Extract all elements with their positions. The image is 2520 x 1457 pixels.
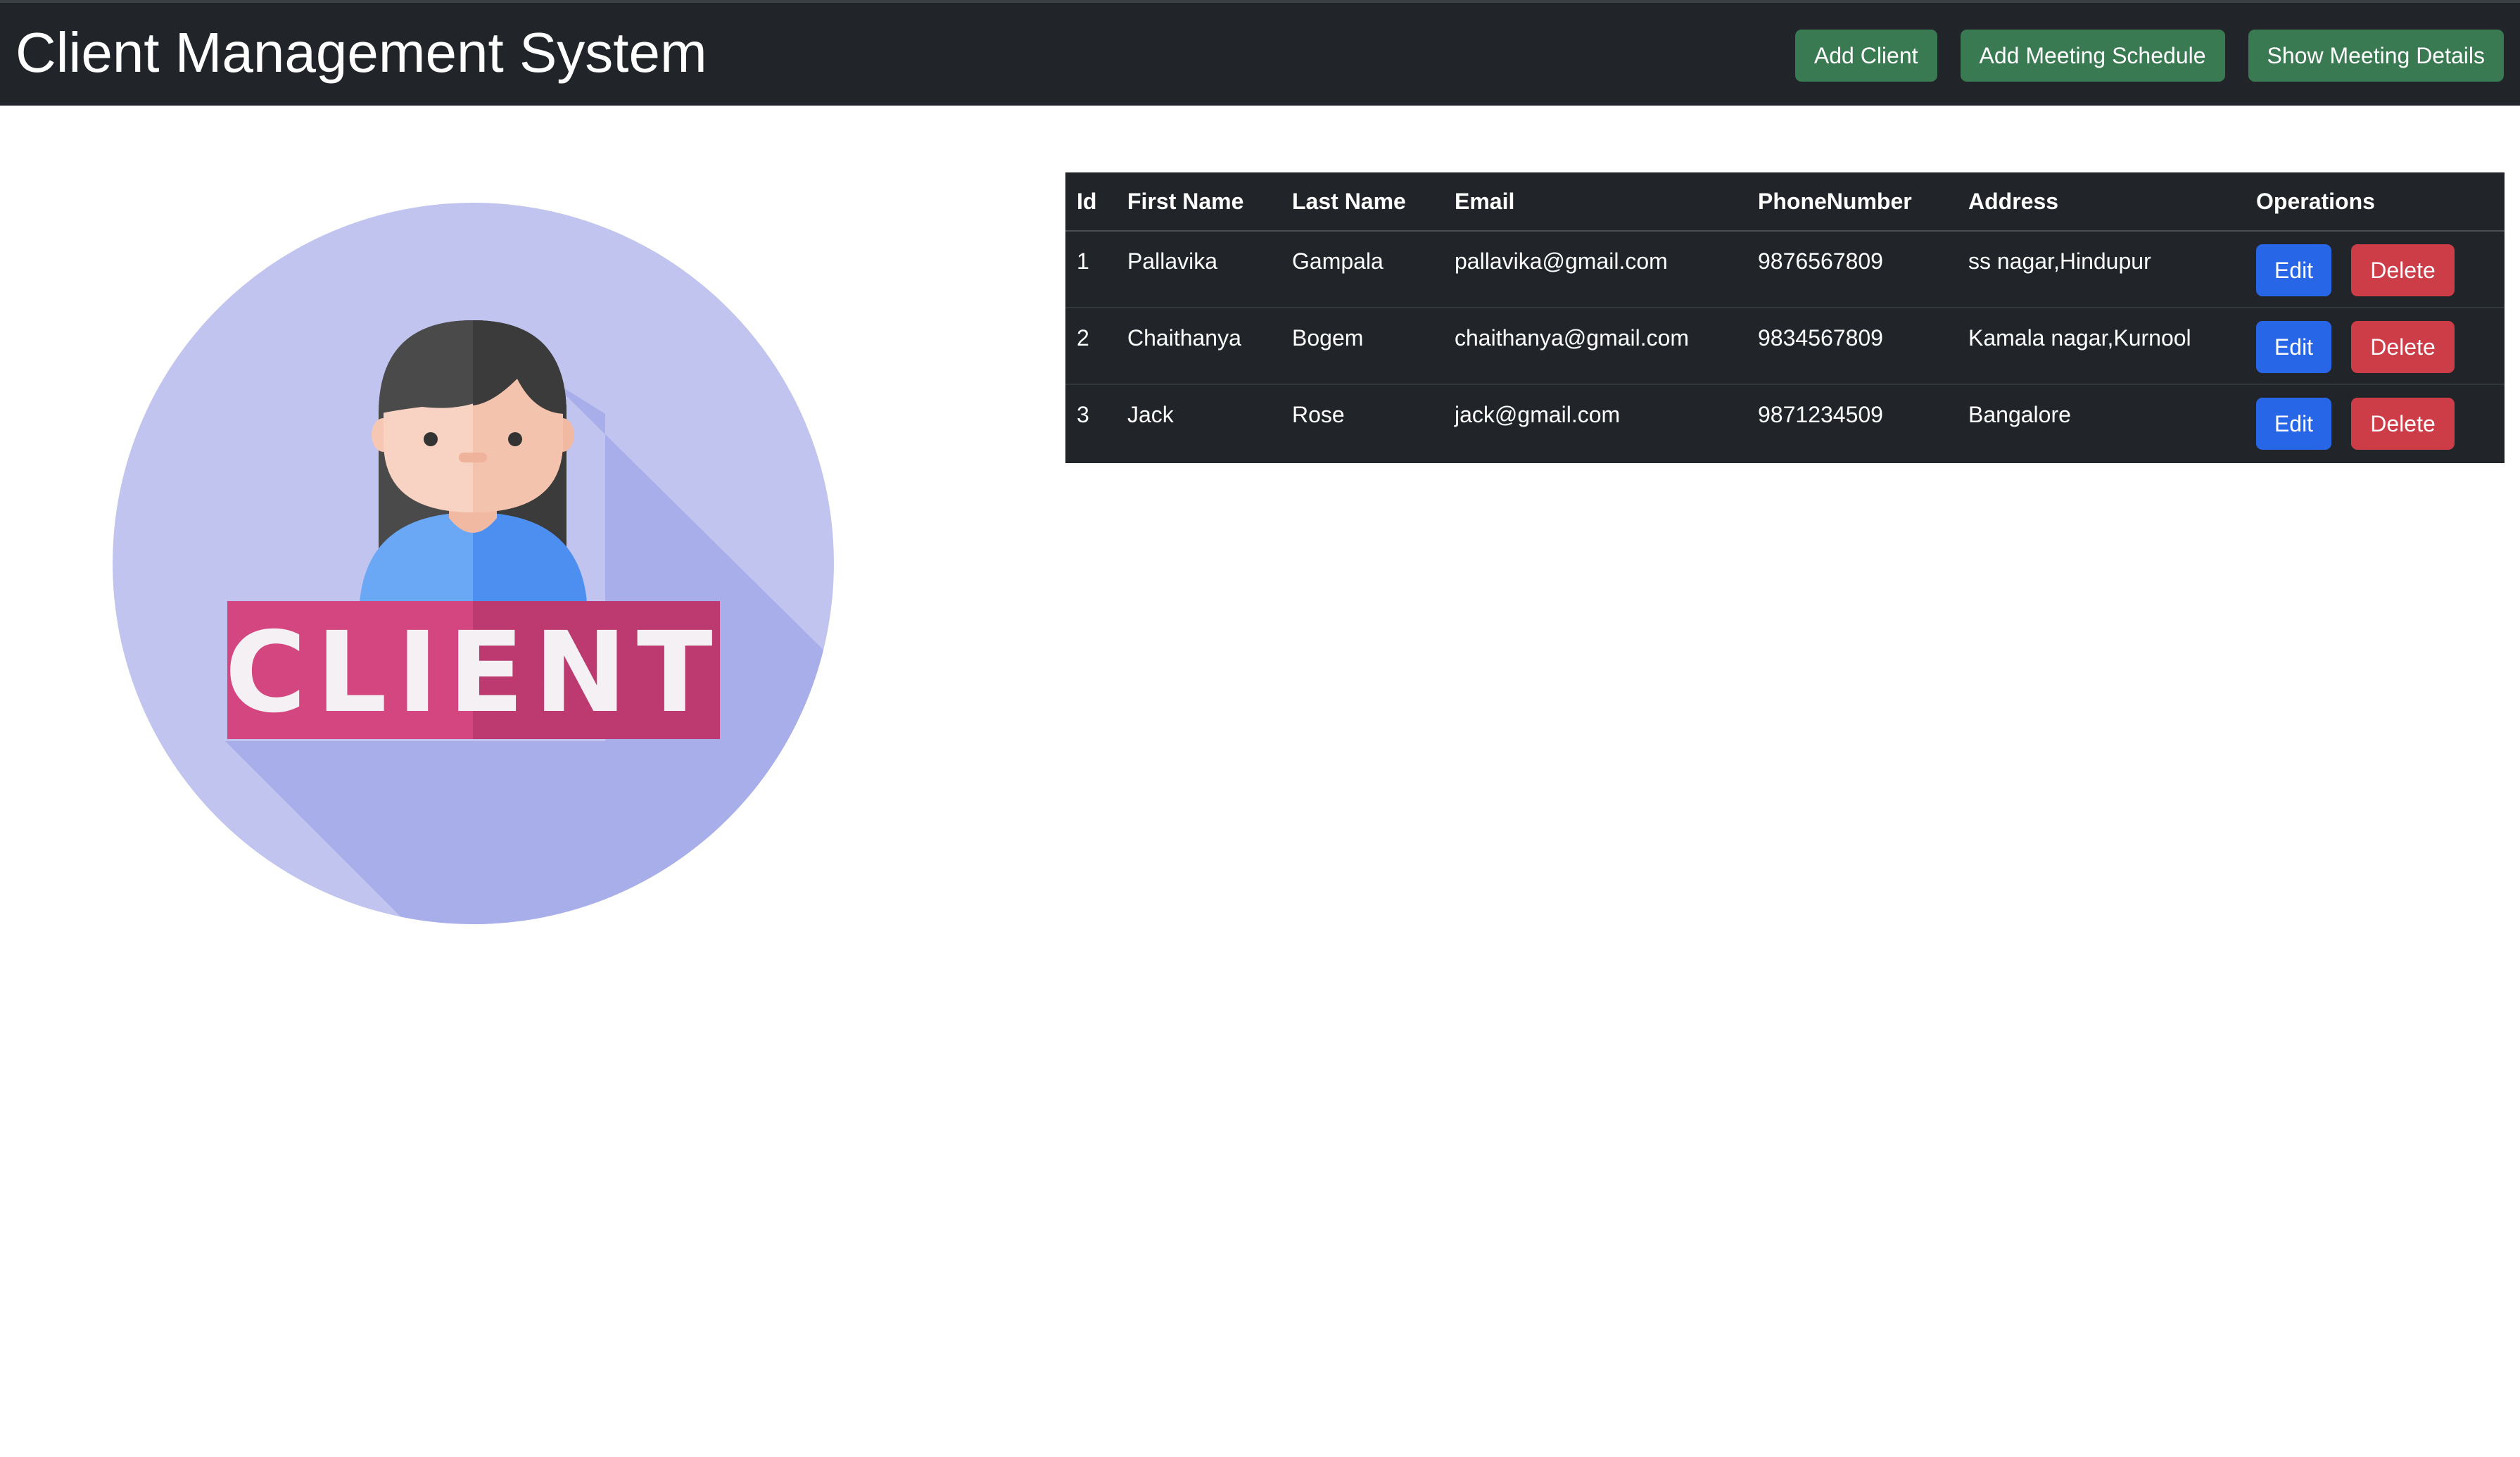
cell-id: 1 bbox=[1065, 231, 1116, 308]
cell-first-name: Chaithanya bbox=[1116, 308, 1281, 385]
delete-button[interactable]: Delete bbox=[2351, 398, 2455, 450]
cell-id: 2 bbox=[1065, 308, 1116, 385]
client-badge-text: CLIENT bbox=[224, 608, 722, 738]
add-client-button[interactable]: Add Client bbox=[1794, 30, 1937, 82]
header-first-name: First Name bbox=[1116, 172, 1281, 232]
show-meeting-details-button[interactable]: Show Meeting Details bbox=[2248, 30, 2504, 82]
delete-button[interactable]: Delete bbox=[2351, 321, 2455, 373]
cell-phone: 9834567809 bbox=[1747, 308, 1957, 385]
edit-button[interactable]: Edit bbox=[2256, 321, 2331, 373]
header-operations: Operations bbox=[2245, 172, 2505, 232]
table-header-row: Id First Name Last Name Email PhoneNumbe… bbox=[1065, 172, 2505, 232]
table-row: 2 Chaithanya Bogem chaithanya@gmail.com … bbox=[1065, 308, 2505, 385]
cell-id: 3 bbox=[1077, 402, 1089, 427]
app-title: Client Management System bbox=[15, 21, 707, 84]
cell-email: pallavika@gmail.com bbox=[1443, 231, 1747, 308]
table-row: 1 Pallavika Gampala pallavika@gmail.com … bbox=[1065, 231, 2505, 308]
header-last-name: Last Name bbox=[1281, 172, 1443, 232]
cell-address: ss nagar,Hindupur bbox=[1957, 231, 2245, 308]
cell-last-name: Rose bbox=[1292, 402, 1345, 427]
cell-last-name: Gampala bbox=[1281, 231, 1443, 308]
cell-phone: 9871234509 bbox=[1758, 402, 1883, 427]
clients-table: Id First Name Last Name Email PhoneNumbe… bbox=[1065, 172, 2505, 463]
client-illustration: CLIENT bbox=[113, 203, 834, 924]
cell-email: chaithanya@gmail.com bbox=[1443, 308, 1747, 385]
client-avatar-icon: CLIENT bbox=[113, 203, 834, 924]
header-email: Email bbox=[1443, 172, 1747, 232]
header-id: Id bbox=[1065, 172, 1116, 232]
cell-first-name: Pallavika bbox=[1116, 231, 1281, 308]
delete-button[interactable]: Delete bbox=[2351, 244, 2455, 296]
cell-phone: 9876567809 bbox=[1747, 231, 1957, 308]
cell-address: Kamala nagar,Kurnool bbox=[1957, 308, 2245, 385]
navbar: Client Management System Add Client Add … bbox=[0, 0, 2520, 106]
edit-button[interactable]: Edit bbox=[2256, 244, 2331, 296]
nav-actions: Add Client Add Meeting Schedule Show Mee… bbox=[1794, 30, 2504, 82]
edit-button[interactable]: Edit bbox=[2256, 398, 2331, 450]
cell-last-name: Bogem bbox=[1281, 308, 1443, 385]
cell-operations: Edit Delete bbox=[2245, 231, 2505, 308]
cell-email: jack@gmail.com bbox=[1455, 402, 1621, 427]
cell-first-name: Jack bbox=[1127, 402, 1174, 427]
cell-operations: Edit Delete bbox=[2245, 308, 2505, 385]
cell-address: Bangalore bbox=[1968, 402, 2071, 427]
add-meeting-schedule-button[interactable]: Add Meeting Schedule bbox=[1960, 30, 2225, 82]
cell-operations: Edit Delete bbox=[2245, 384, 2505, 463]
header-address: Address bbox=[1957, 172, 2245, 232]
table-row: 3 Jack Rose jack@gmail.com 9871234509 Ba… bbox=[1065, 384, 2505, 463]
header-phone: PhoneNumber bbox=[1747, 172, 1957, 232]
clients-table-container: Id First Name Last Name Email PhoneNumbe… bbox=[1065, 172, 2505, 463]
